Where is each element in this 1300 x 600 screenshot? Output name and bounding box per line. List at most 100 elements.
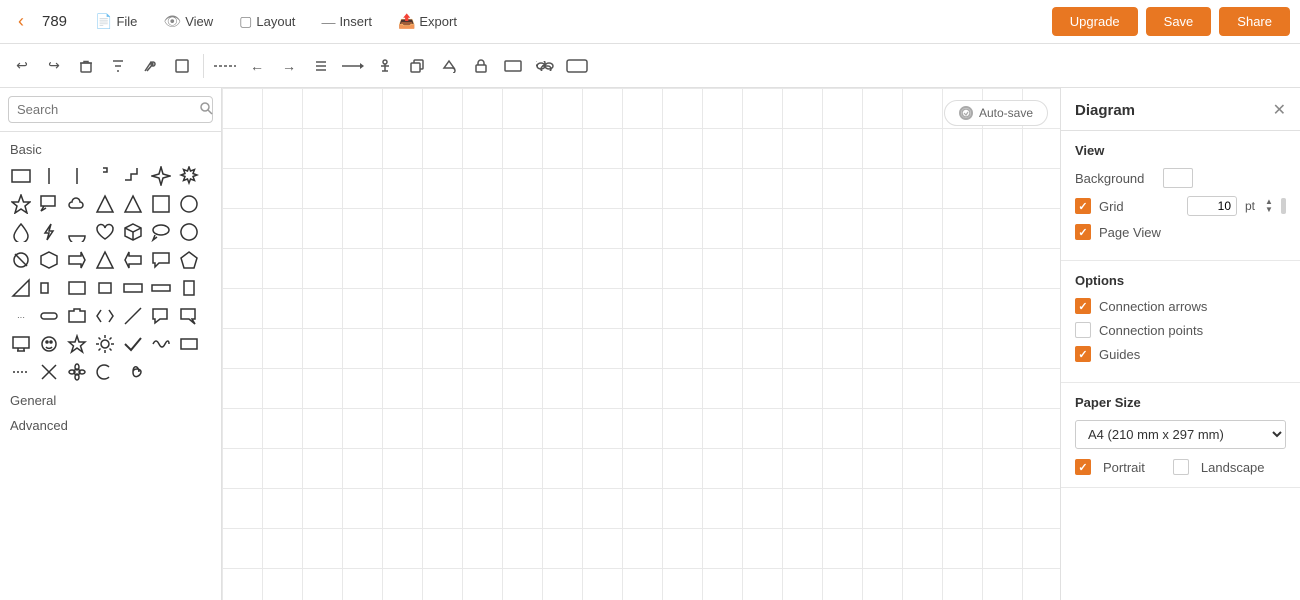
shape-check[interactable] [120, 331, 146, 357]
arrow-styled-button[interactable] [339, 52, 367, 80]
shape-face[interactable] [36, 331, 62, 357]
shape-hex[interactable] [36, 247, 62, 273]
shape-rect[interactable] [8, 163, 34, 189]
shape-rect-xwide[interactable] [148, 275, 174, 301]
shape-drop[interactable] [8, 219, 34, 245]
arrow-left-button[interactable]: ← [243, 52, 271, 80]
shape-cube[interactable] [120, 219, 146, 245]
shape-button[interactable] [168, 52, 196, 80]
anchor-button[interactable] [371, 52, 399, 80]
shape-star5b[interactable] [64, 331, 90, 357]
shape-tri2[interactable] [92, 247, 118, 273]
shape-rect-outline[interactable] [64, 275, 90, 301]
shape-star5[interactable] [8, 191, 34, 217]
grid-checkmark: ✓ [1078, 200, 1087, 213]
shape-wave[interactable] [148, 331, 174, 357]
clone-button[interactable] [403, 52, 431, 80]
align-button[interactable] [307, 52, 335, 80]
shape-triangle-eq[interactable] [120, 191, 146, 217]
guides-checkbox[interactable]: ✓ [1075, 346, 1091, 362]
shape-vline2[interactable] [64, 163, 90, 189]
menu-insert[interactable]: — Insert [313, 10, 380, 34]
shape-rect-narrow[interactable] [176, 275, 202, 301]
upgrade-button[interactable]: Upgrade [1052, 7, 1138, 36]
shape-diagonal[interactable] [120, 303, 146, 329]
menu-view[interactable]: 👁 View [155, 9, 221, 34]
shape-spiral[interactable] [120, 359, 146, 385]
shape-callout-rect[interactable] [36, 191, 62, 217]
grid-checkbox[interactable]: ✓ [1075, 198, 1091, 214]
shape-rect-sm[interactable] [92, 275, 118, 301]
shape-tab[interactable] [64, 303, 90, 329]
shape-arrow-right-solid[interactable] [64, 247, 90, 273]
line-style-button[interactable] [211, 52, 239, 80]
grid-decrement-button[interactable]: ▼ [1265, 206, 1273, 214]
grid-row: ✓ Grid pt ▲ ▼ [1075, 196, 1286, 216]
back-button[interactable]: ‹ [10, 7, 32, 36]
right-panel-header: Diagram ✕ [1061, 88, 1300, 131]
shape-pentagon[interactable] [176, 247, 202, 273]
close-panel-button[interactable]: ✕ [1273, 100, 1286, 120]
shape-step[interactable] [120, 163, 146, 189]
search-input-wrap[interactable] [8, 96, 213, 123]
shape-cloud[interactable] [64, 191, 90, 217]
shape-tri3[interactable] [8, 275, 34, 301]
menu-file[interactable]: 📄 File [87, 9, 145, 34]
shape-sun[interactable] [92, 331, 118, 357]
shape-heart[interactable] [92, 219, 118, 245]
menu-export[interactable]: 📤 Export [390, 9, 465, 34]
shape-callout2[interactable] [148, 303, 174, 329]
shape-rect-wide[interactable] [120, 275, 146, 301]
save-button[interactable]: Save [1146, 7, 1212, 36]
shape-moon[interactable] [176, 219, 202, 245]
search-input[interactable] [17, 102, 193, 117]
undo-button[interactable]: ↩ [8, 52, 36, 80]
grid-value-input[interactable] [1187, 196, 1237, 216]
shape-star4[interactable] [148, 163, 174, 189]
shape-flower[interactable] [64, 359, 90, 385]
shape-bracket[interactable] [92, 163, 118, 189]
shape-no[interactable] [8, 247, 34, 273]
share-button[interactable]: Share [1219, 7, 1290, 36]
shape-c[interactable] [92, 359, 118, 385]
shape-callout-speech[interactable] [148, 247, 174, 273]
paper-size-select[interactable]: A4 (210 mm x 297 mm) A3 (297 mm x 420 mm… [1075, 420, 1286, 449]
shape-ellipse[interactable] [176, 191, 202, 217]
shape-star8[interactable] [176, 163, 202, 189]
rect-outline-button[interactable] [563, 52, 591, 80]
paint-button[interactable] [136, 52, 164, 80]
shape-triangle-up[interactable] [92, 191, 118, 217]
shape-monitor[interactable] [8, 331, 34, 357]
background-color-swatch[interactable] [1163, 168, 1193, 188]
shape-x[interactable] [36, 359, 62, 385]
link-button[interactable] [531, 52, 559, 80]
shape-dash[interactable] [8, 359, 34, 385]
shape-rect-rounded[interactable] [36, 275, 62, 301]
shape-speech[interactable] [148, 219, 174, 245]
shape-bracket2[interactable] [92, 303, 118, 329]
grid-color-swatch[interactable] [1281, 198, 1286, 214]
connection-points-checkbox[interactable] [1075, 322, 1091, 338]
fill-button[interactable] [435, 52, 463, 80]
page-view-checkbox[interactable]: ✓ [1075, 224, 1091, 240]
shape-vline[interactable] [36, 163, 62, 189]
redo-button[interactable]: ↪ [40, 52, 68, 80]
arrow-right-button[interactable]: → [275, 52, 303, 80]
shape-rect2[interactable] [176, 331, 202, 357]
landscape-checkbox[interactable] [1173, 459, 1189, 475]
shape-half-circle[interactable] [64, 219, 90, 245]
shape-circle[interactable] [148, 191, 174, 217]
delete-button[interactable] [72, 52, 100, 80]
shape-stadium[interactable] [36, 303, 62, 329]
menu-layout[interactable]: ▢ Layout [231, 9, 303, 34]
connection-arrows-checkbox[interactable]: ✓ [1075, 298, 1091, 314]
lock-button[interactable] [467, 52, 495, 80]
shape-lightning[interactable] [36, 219, 62, 245]
shape-callout3[interactable] [176, 303, 202, 329]
shape-arrow-left2[interactable] [120, 247, 146, 273]
canvas-area[interactable]: Auto-save [222, 88, 1060, 600]
shape-more[interactable]: ··· [8, 303, 34, 329]
format-button[interactable] [104, 52, 132, 80]
portrait-checkbox[interactable]: ✓ [1075, 459, 1091, 475]
box-button[interactable] [499, 52, 527, 80]
